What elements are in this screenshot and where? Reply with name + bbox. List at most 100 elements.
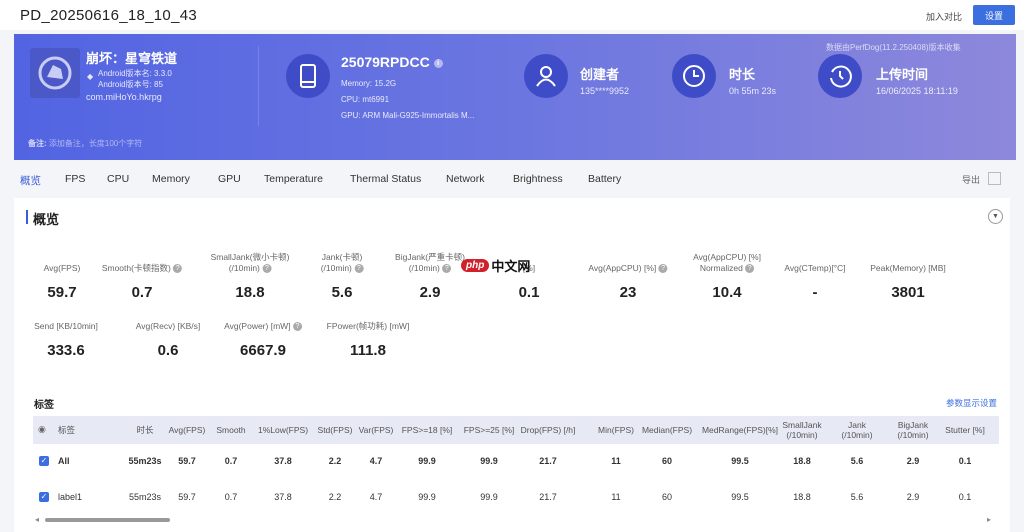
tab-cpu[interactable]: CPU: [107, 173, 129, 185]
table-cell: 0.1: [958, 492, 972, 502]
metric-value: 59.7: [47, 284, 77, 301]
metric-label: Avg(Power) [mW] ?: [224, 321, 302, 332]
metric-label: Avg(FPS): [43, 263, 81, 273]
column-header[interactable]: MedRange(FPS)[%]: [702, 425, 778, 435]
column-header[interactable]: Stutter [%]: [945, 425, 985, 435]
device-cpu: CPU: mt6991: [341, 95, 390, 104]
column-settings-link[interactable]: 参数显示设置: [946, 397, 997, 409]
metric-label: Avg(AppCPU) [%] Normalized ?: [693, 252, 761, 274]
column-header[interactable]: 1%Low(FPS): [258, 425, 308, 435]
help-icon[interactable]: ?: [173, 264, 183, 274]
tab-thermal-status[interactable]: Thermal Status: [350, 173, 421, 185]
column-header[interactable]: Median(FPS): [642, 425, 692, 435]
tab-gpu[interactable]: GPU: [218, 173, 241, 185]
metric-value: 111.8: [350, 342, 386, 359]
metric-label: SmallJank(微小卡顿) (/10min) ?: [210, 252, 290, 274]
row-checkbox[interactable]: ✓: [39, 456, 49, 466]
metric-value: 2.9: [419, 284, 441, 301]
tab-network[interactable]: Network: [446, 173, 485, 185]
table-cell: 5.6: [850, 492, 864, 502]
version-code: Android版本号: 85: [98, 80, 163, 89]
export-button[interactable]: 导出: [962, 173, 980, 186]
column-header[interactable]: Avg(FPS): [169, 425, 206, 435]
help-icon[interactable]: ?: [292, 322, 302, 332]
help-icon[interactable]: ?: [354, 264, 364, 274]
report-banner: 崩坏：星穹铁道 ◆ Android版本名: 3.3.0 Android版本号: …: [14, 34, 1016, 160]
section-marker: [26, 210, 28, 224]
column-header[interactable]: SmallJank (/10min): [778, 420, 826, 440]
metric-value: 10.4: [712, 284, 742, 301]
settings-button[interactable]: 设置: [973, 5, 1015, 25]
app-name: 崩坏：星穹铁道: [86, 51, 178, 66]
tab-memory[interactable]: Memory: [152, 173, 190, 185]
metric-label: FPower(帧功耗) [mW]: [326, 321, 410, 331]
table-cell: 55m23s: [128, 492, 162, 502]
column-header[interactable]: Jank (/10min): [833, 420, 881, 440]
table-cell: 55m23s: [128, 456, 162, 466]
metric-label: Jank(卡顿) (/10min) ?: [320, 252, 364, 274]
export-icon[interactable]: [988, 172, 1001, 185]
tab-brightness[interactable]: Brightness: [513, 173, 563, 185]
metric-label: Peak(Memory) [MB]: [870, 263, 946, 273]
tab-fps[interactable]: FPS: [65, 173, 85, 185]
column-header[interactable]: Smooth: [216, 425, 245, 435]
table-cell: 59.7: [178, 456, 196, 466]
help-icon[interactable]: ?: [745, 264, 755, 274]
phone-icon: [286, 54, 330, 98]
column-header[interactable]: Drop(FPS) [/h]: [521, 425, 576, 435]
metric-value: 0.7: [131, 284, 153, 301]
table-cell: 99.9: [418, 492, 436, 502]
upload-time-value: 16/06/2025 18:11:19: [876, 86, 958, 96]
overview-card: [14, 198, 1010, 532]
column-header[interactable]: Var(FPS): [359, 425, 394, 435]
row-checkbox[interactable]: ✓: [39, 492, 49, 502]
column-header[interactable]: FPS>=25 [%]: [464, 425, 515, 435]
eye-icon[interactable]: ◉: [38, 424, 46, 435]
note-row[interactable]: 备注: 添加备注，长度100个字符: [28, 138, 142, 149]
table-cell: 60: [661, 456, 673, 466]
metric-label: Smooth(卡顿指数) ?: [102, 263, 183, 274]
note-input[interactable]: 添加备注，长度100个字符: [49, 139, 142, 148]
table-cell: 4.7: [369, 456, 383, 466]
info-icon[interactable]: i: [433, 58, 443, 68]
tab-temperature[interactable]: Temperature: [264, 173, 323, 185]
help-icon[interactable]: ?: [262, 264, 272, 274]
duration-value: 0h 55m 23s: [729, 86, 777, 96]
tab-battery[interactable]: Battery: [588, 173, 621, 185]
scroll-left-icon[interactable]: ◂: [35, 515, 39, 524]
creator-value: 135****9952: [580, 86, 630, 96]
overview-title: 概览: [33, 212, 60, 227]
add-compare-button[interactable]: 加入对比: [916, 6, 972, 26]
scroll-right-icon[interactable]: ▸: [987, 515, 991, 524]
column-header[interactable]: Std(FPS): [318, 425, 353, 435]
table-cell: 37.8: [274, 492, 292, 502]
column-header[interactable]: BigJank (/10min): [889, 420, 937, 440]
table-cell: 5.6: [850, 456, 864, 466]
table-cell: 18.8: [793, 492, 811, 502]
collapse-icon[interactable]: ▼: [988, 209, 1003, 224]
metric-label: Avg(Recv) [KB/s]: [135, 321, 201, 331]
column-header[interactable]: 标签: [58, 425, 75, 435]
metric-value: 3801: [891, 284, 925, 301]
table-cell: 0.1: [958, 456, 972, 466]
table-cell: 99.5: [731, 492, 749, 502]
help-icon[interactable]: ?: [658, 264, 668, 274]
table-cell: 21.7: [539, 492, 557, 502]
table-cell: 2.2: [328, 456, 342, 466]
help-icon[interactable]: ?: [442, 264, 452, 274]
column-header[interactable]: 时长: [136, 425, 153, 435]
table-cell: 59.7: [178, 492, 196, 502]
column-header[interactable]: Min(FPS): [598, 425, 634, 435]
column-header[interactable]: FPS>=18 [%]: [402, 425, 453, 435]
watermark: php 中文网: [461, 256, 530, 275]
tab-overview[interactable]: 概览: [20, 173, 41, 188]
table-cell: 18.8: [793, 456, 811, 466]
metric-label: Send [KB/10min]: [34, 321, 98, 331]
table-cell: 2.9: [906, 456, 920, 466]
metric-value: 18.8: [235, 284, 265, 301]
metric-value: 23: [619, 284, 637, 301]
table-cell: 21.7: [539, 456, 557, 466]
horizontal-scrollbar[interactable]: [45, 518, 170, 522]
history-icon: [818, 54, 862, 98]
table-cell: 99.9: [418, 456, 436, 466]
